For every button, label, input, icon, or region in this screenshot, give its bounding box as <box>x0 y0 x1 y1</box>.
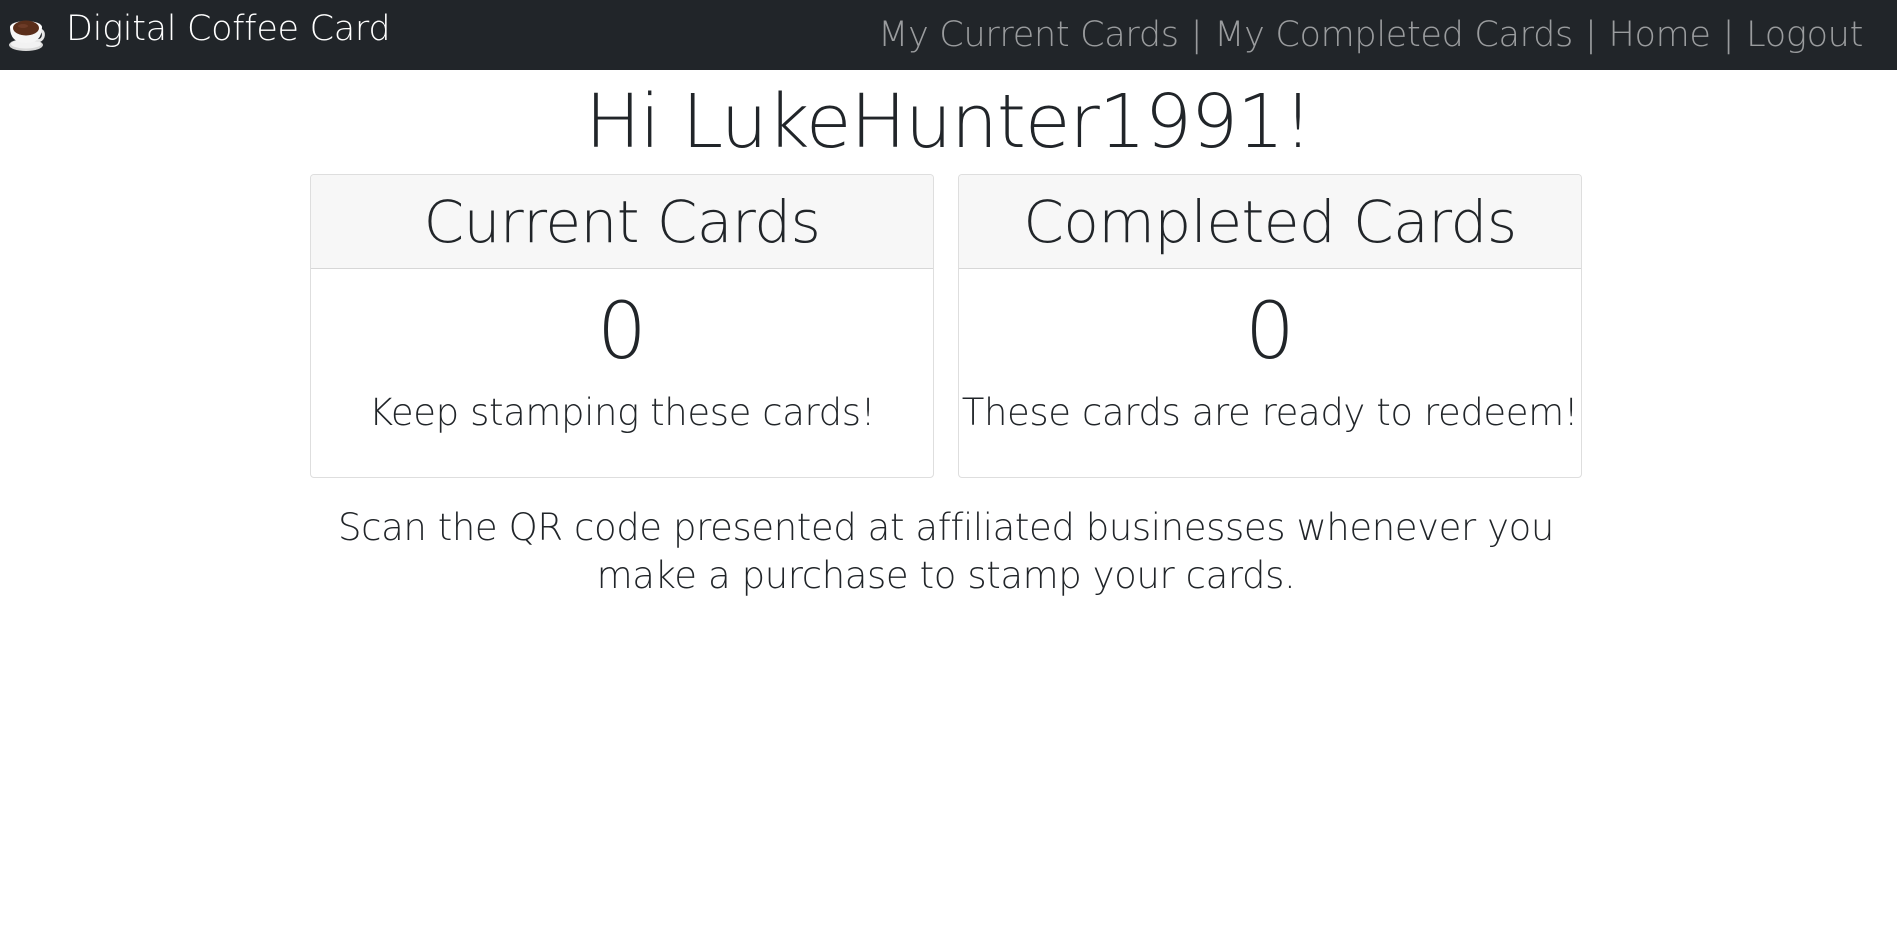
nav-link-home[interactable]: Home <box>1609 15 1711 55</box>
current-cards-title: Current Cards <box>311 175 933 269</box>
nav-separator: | <box>1190 15 1203 55</box>
current-cards-count: 0 <box>597 287 647 377</box>
completed-cards-panel: Completed Cards 0 These cards are ready … <box>958 174 1582 478</box>
coffee-cup-icon <box>9 20 45 51</box>
top-navbar: Digital Coffee Card My Current Cards | M… <box>0 0 1897 70</box>
nav-links: My Current Cards | My Completed Cards | … <box>878 0 1863 70</box>
nav-link-logout[interactable]: Logout <box>1746 15 1863 55</box>
brand-label: Digital Coffee Card <box>66 8 391 49</box>
nav-link-my-completed-cards[interactable]: My Completed Cards <box>1214 15 1573 55</box>
nav-separator: | <box>1722 15 1735 55</box>
completed-cards-count: 0 <box>1245 287 1295 377</box>
completed-cards-title: Completed Cards <box>959 175 1581 269</box>
nav-separator: | <box>1585 15 1597 55</box>
completed-cards-message: These cards are ready to redeem! <box>961 391 1579 434</box>
page-title: Hi LukeHunter1991! <box>585 79 1313 165</box>
current-cards-panel: Current Cards 0 Keep stamping these card… <box>310 174 934 478</box>
scan-instructions: Scan the QR code presented at affiliated… <box>338 506 1554 597</box>
brand-link[interactable]: Digital Coffee Card <box>6 0 391 70</box>
current-cards-message: Keep stamping these cards! <box>368 391 876 434</box>
nav-link-my-current-cards[interactable]: My Current Cards <box>878 15 1179 55</box>
